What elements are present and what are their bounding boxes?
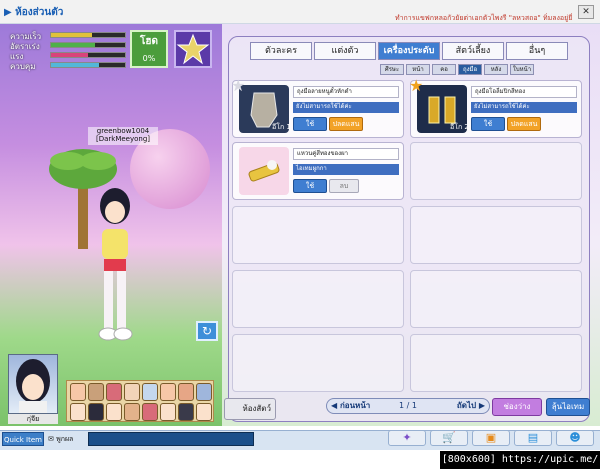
- expression-face-icon[interactable]: [142, 383, 158, 401]
- empty-item-slot: [232, 334, 404, 392]
- subtab-face[interactable]: หน้า: [406, 64, 430, 75]
- lucky-item-button[interactable]: ลุ้นไอเทม: [546, 398, 590, 416]
- expression-face-icon[interactable]: [178, 403, 194, 421]
- empty-slot-button[interactable]: ช่องว่าง: [492, 398, 542, 416]
- empty-item-slot: [232, 270, 404, 328]
- item-status: ยังไม่สามารถใช้ได้ค่ะ: [471, 102, 577, 113]
- tab-accessory[interactable]: เครื่องประดับ: [378, 42, 440, 60]
- character-nametag: greenbow1004 [DarkMeeyong]: [88, 127, 158, 145]
- inventory-icon[interactable]: ▤: [514, 430, 552, 446]
- shop-cart-icon[interactable]: 🛒: [430, 430, 468, 446]
- use-button[interactable]: ใช้: [293, 117, 327, 131]
- expression-face-icon[interactable]: [196, 403, 212, 421]
- ring-item-icon: [239, 147, 289, 195]
- avatar: [8, 354, 58, 414]
- character-name: greenbow1004: [96, 127, 150, 135]
- notice-marquee: ทำการแขฟกหลอกัวยัยต่าเอกตัวไพงรี "ลหวสถอ…: [395, 14, 573, 22]
- use-button[interactable]: ใช้: [293, 179, 327, 193]
- mail-button[interactable]: ✉ พูกผล: [48, 433, 86, 445]
- star-emblem-icon: [174, 30, 212, 68]
- stat-label-acceleration: อัตราเร่ง: [10, 42, 40, 51]
- chat-input[interactable]: [88, 432, 254, 446]
- unequip-button[interactable]: ปลดแสน: [329, 117, 363, 131]
- stat-label-speed: ความเร็ว: [10, 32, 42, 41]
- expression-face-icon[interactable]: [88, 403, 104, 421]
- expression-face-icon[interactable]: [160, 383, 176, 401]
- hot-rating-badge: โฮด 0%: [130, 30, 168, 68]
- prev-page-button[interactable]: ◀ ก่อนหน้า: [331, 400, 379, 412]
- empty-item-slot: [410, 270, 582, 328]
- pagination: ◀ ก่อนหน้า 1 / 1 ถัดไป ▶: [326, 398, 490, 414]
- empty-item-slot: [410, 206, 582, 264]
- hot-label: โฮด: [140, 36, 158, 47]
- delete-button[interactable]: ลบ: [329, 179, 359, 193]
- bag-icon[interactable]: ▣: [472, 430, 510, 446]
- subtab-gloves[interactable]: ถุงมือ: [458, 64, 482, 75]
- item-status: ยังไม่สามารถใช้ได้ค่ะ: [293, 102, 399, 113]
- item-slot[interactable]: อีโก 2 ★ ถุงมือโอลี่มปิกสีทอง ยังไม่สามา…: [409, 76, 582, 138]
- tab-outfit[interactable]: แต่งตัว: [314, 42, 376, 60]
- expression-face-icon[interactable]: [88, 383, 104, 401]
- quick-item-button[interactable]: Quick Item: [2, 432, 44, 446]
- expression-face-icon[interactable]: [196, 383, 212, 401]
- subtab-mask[interactable]: ใบหน้า: [510, 64, 534, 75]
- expression-face-icon[interactable]: [142, 403, 158, 421]
- expression-face-icon[interactable]: [124, 383, 140, 401]
- tab-pet[interactable]: สัตว์เลี้ยง: [442, 42, 504, 60]
- item-slot[interactable]: แหวนคู่สีทองของผา ไอเทมผูกกา ใช้ ลบ: [232, 142, 404, 200]
- subtab-neck[interactable]: คอ: [432, 64, 456, 75]
- stat-bar-control: [50, 62, 126, 68]
- unequip-button[interactable]: ปลดแสน: [507, 117, 541, 131]
- expression-palette: [66, 380, 214, 422]
- expression-face-icon[interactable]: [70, 403, 86, 421]
- expression-face-icon[interactable]: [178, 383, 194, 401]
- stat-label-control: ควบคุม: [10, 62, 36, 71]
- use-button[interactable]: ใช้: [471, 117, 505, 131]
- subtab-back[interactable]: หลัง: [484, 64, 508, 75]
- item-slot[interactable]: อีโก 1 ★ ถุงมือลายหนูตั้วหักดำ ยังไม่สาม…: [231, 76, 404, 138]
- portrait-name: กุ่จีย: [8, 414, 58, 424]
- community-icon[interactable]: ☻: [556, 430, 594, 446]
- svg-text:อีโก 2: อีโก 2: [450, 122, 467, 131]
- empty-item-slot: [232, 206, 404, 264]
- player-avatar: [98, 188, 133, 341]
- item-name: ถุงมือลายหนูตั้วหักดำ: [293, 86, 399, 98]
- expression-face-icon[interactable]: [124, 403, 140, 421]
- silver-star-icon: ★: [231, 76, 246, 95]
- hot-value: 0%: [142, 54, 156, 63]
- expression-face-icon[interactable]: [70, 383, 86, 401]
- page-indicator: 1 / 1: [399, 401, 417, 410]
- item-name: ถุงมือโอลี่มปิกสีทอง: [471, 86, 577, 98]
- image-credit-caption: [800x600] https://upic.me/: [440, 451, 600, 469]
- empty-item-slot: [410, 334, 582, 392]
- stat-label-power: แรง: [10, 52, 24, 61]
- tab-others[interactable]: อื่นๆ: [506, 42, 568, 60]
- svg-text:อีโก 1: อีโก 1: [272, 122, 289, 131]
- next-page-button[interactable]: ถัดไป ▶: [437, 400, 485, 412]
- page-title: ▶ ห้องส่วนตัว: [4, 7, 64, 18]
- stat-bar-speed: [50, 32, 126, 38]
- emote-icon[interactable]: ✦: [388, 430, 426, 446]
- expression-face-icon[interactable]: [106, 403, 122, 421]
- item-status: ไอเทมผูกกา: [293, 164, 399, 175]
- stat-bar-acceleration: [50, 42, 126, 48]
- stat-bar-power: [50, 52, 126, 58]
- empty-item-slot: [410, 142, 582, 200]
- tab-character[interactable]: ตัวละคร: [250, 42, 312, 60]
- expression-face-icon[interactable]: [160, 403, 176, 421]
- item-name: แหวนคู่สีทองของผา: [293, 148, 399, 160]
- character-guild: [DarkMeeyong]: [95, 135, 151, 143]
- expression-face-icon[interactable]: [106, 383, 122, 401]
- my-room-label: ห้องสัตว์: [242, 404, 271, 413]
- rotate-view-button[interactable]: ↻: [196, 321, 218, 341]
- subtab-head[interactable]: ศีรษะ: [380, 64, 404, 75]
- my-room-button[interactable]: ห้องสัตว์: [224, 398, 276, 420]
- close-button[interactable]: ✕: [578, 5, 594, 19]
- gold-star-icon: ★: [409, 76, 424, 95]
